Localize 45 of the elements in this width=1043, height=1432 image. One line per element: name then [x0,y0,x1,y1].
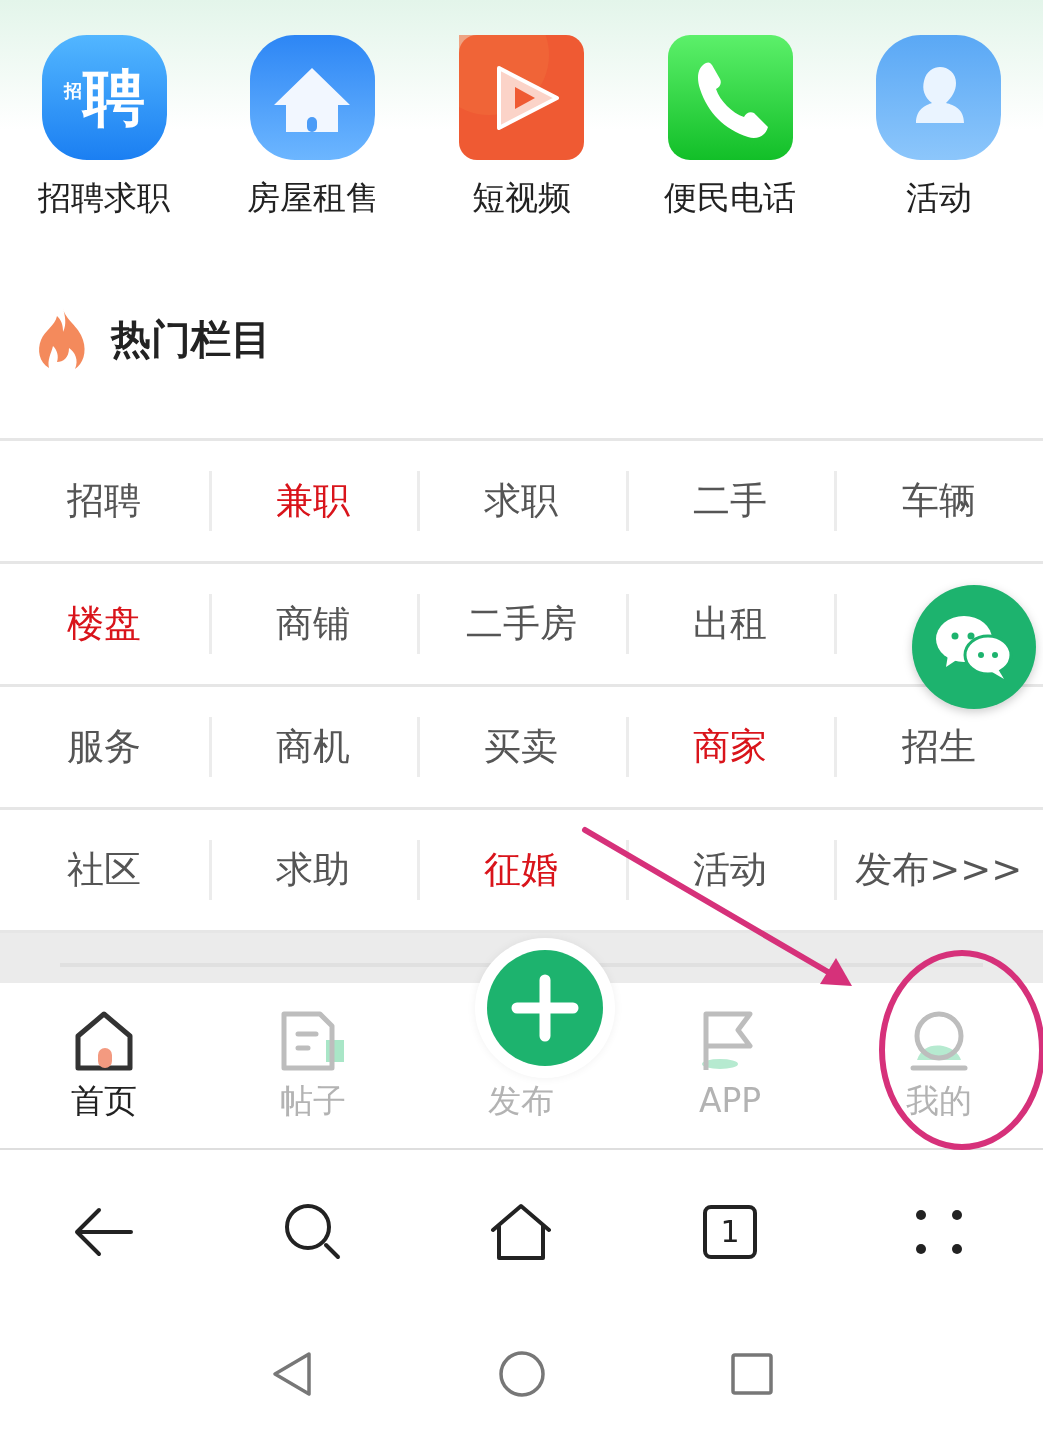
category-link[interactable]: 发布>>> [855,845,1023,895]
category-link[interactable]: 社区 [67,845,142,895]
shortcut-label[interactable]: 短视频 [472,176,571,220]
phone-app-icon[interactable] [667,35,793,160]
category-link[interactable]: 活动 [693,845,768,895]
category-link[interactable]: 求职 [484,476,559,526]
back-nav-button[interactable] [270,1350,313,1398]
home-button[interactable] [489,1201,554,1262]
shortcut-label[interactable]: 房屋租售 [246,176,379,220]
icon-glyph-small: 招 [63,80,82,101]
category-link[interactable]: 服务 [67,722,142,772]
search-button[interactable] [283,1202,342,1261]
home-nav-button[interactable] [497,1350,546,1398]
category-link[interactable]: 楼盘 [67,599,142,649]
tabs-button[interactable]: 1 [703,1204,758,1259]
house-app-icon[interactable] [250,35,376,160]
user-icon [908,1010,969,1072]
category-link[interactable]: 招聘 [67,476,142,526]
home-icon [74,1010,135,1072]
category-link[interactable]: 商家 [693,722,768,772]
category-link[interactable]: 买卖 [484,722,559,772]
people-app-icon[interactable] [876,35,1002,160]
category-link[interactable]: 求助 [275,845,350,895]
category-link[interactable]: 二手房 [466,599,577,649]
category-link[interactable]: 征婚 [484,845,559,895]
add-button[interactable] [487,950,603,1066]
category-link[interactable]: 兼职 [275,476,350,526]
play-app-icon[interactable] [459,35,584,160]
category-link[interactable]: 车辆 [901,476,976,526]
document-icon [279,1010,346,1072]
category-link[interactable]: 招生 [901,722,976,772]
icon-glyph: 聘 [82,66,145,129]
back-button[interactable] [73,1205,136,1258]
section-title: 热门栏目 [111,314,271,364]
shortcut-label[interactable]: 招聘求职 [38,176,171,220]
category-link[interactable]: 商铺 [275,599,350,649]
wechat-button[interactable] [912,585,1036,709]
recents-nav-button[interactable] [729,1352,774,1396]
category-link[interactable]: 商机 [275,722,350,772]
nav-tab[interactable]: 首页 [0,983,209,1148]
shortcut-label[interactable]: 便民电话 [664,176,797,220]
category-link[interactable]: 二手 [693,476,768,526]
category-link[interactable]: 出租 [693,599,768,649]
shortcut-label[interactable]: 活动 [905,176,972,220]
menu-button[interactable] [913,1207,964,1256]
